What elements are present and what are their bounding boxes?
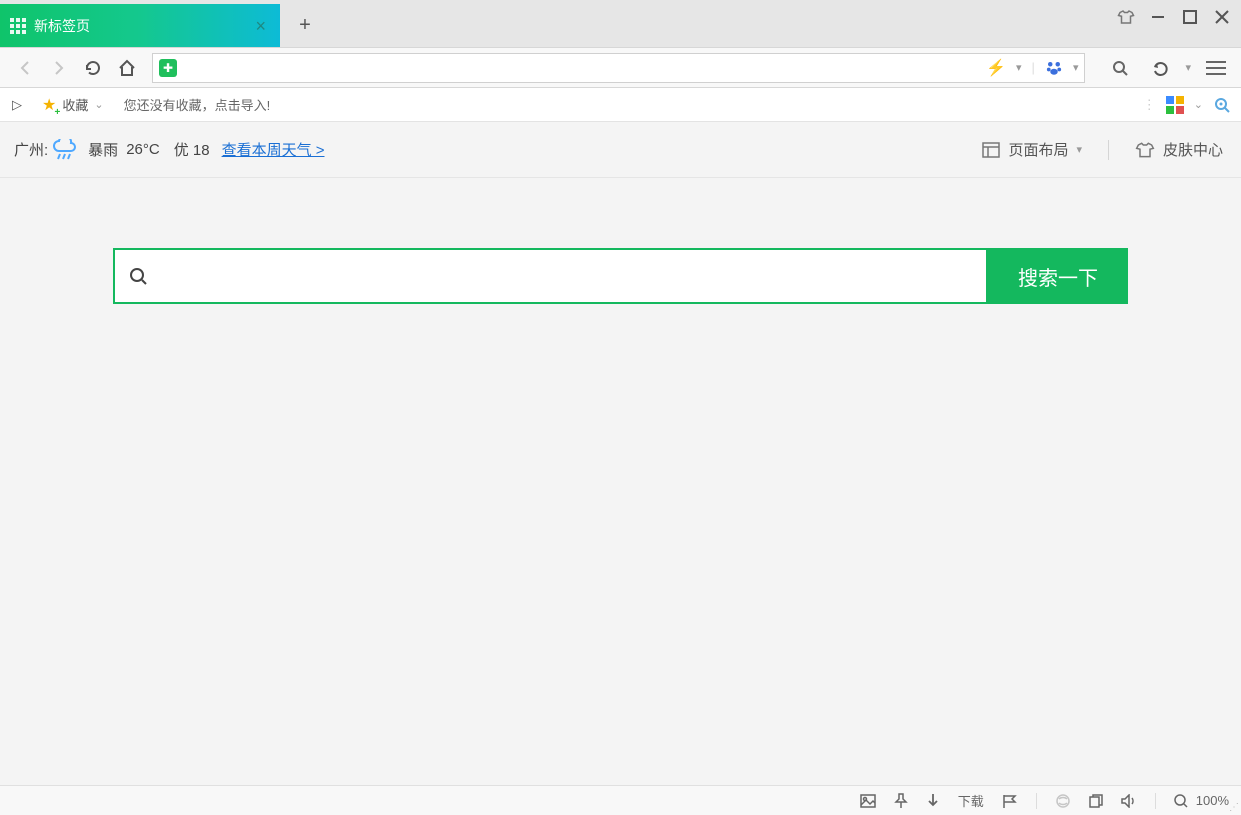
- search-input-wrap[interactable]: [113, 248, 988, 304]
- chevron-down-icon: ⌄: [94, 98, 103, 111]
- page-layout-button[interactable]: 页面布局 ▾: [982, 139, 1082, 160]
- extensions-icon[interactable]: [1166, 96, 1184, 114]
- tab-title: 新标签页: [34, 16, 247, 36]
- baidu-paw-icon[interactable]: [1045, 59, 1063, 77]
- favorites-button[interactable]: ★ 收藏 ⌄: [42, 95, 104, 115]
- pin-icon[interactable]: [894, 793, 908, 809]
- info-bar: 广州: 暴雨 26°C 优 18 查看本周天气 > 页面布局 ▾ 皮肤中心: [0, 122, 1241, 178]
- chevron-down-icon[interactable]: ▾: [1185, 61, 1191, 74]
- chevron-down-icon[interactable]: ▾: [1073, 61, 1079, 74]
- weather-city: 广州:: [14, 139, 48, 160]
- url-input[interactable]: [183, 55, 986, 81]
- bookmarks-bar: ▷ ★ 收藏 ⌄ 您还没有收藏，点击导入! ⋮ ⌄: [0, 88, 1241, 122]
- weather-temp: 26°C: [126, 141, 160, 158]
- skin-center-button[interactable]: 皮肤中心: [1135, 139, 1223, 160]
- close-button[interactable]: [1213, 8, 1231, 26]
- chevron-down-icon[interactable]: ▾: [1016, 61, 1022, 74]
- zoom-control[interactable]: 100%: [1174, 793, 1229, 808]
- tshirt-icon[interactable]: [1117, 8, 1135, 26]
- image-icon[interactable]: [860, 794, 876, 808]
- minimize-button[interactable]: [1149, 8, 1167, 26]
- magnifier-icon[interactable]: [1213, 96, 1231, 114]
- lightning-icon[interactable]: ⚡: [986, 58, 1006, 78]
- new-tab-button[interactable]: +: [290, 10, 320, 40]
- security-shield-icon[interactable]: ✚: [159, 59, 177, 77]
- search-submit-button[interactable]: 搜索一下: [988, 248, 1128, 304]
- zoom-level: 100%: [1196, 793, 1229, 808]
- ie-mode-icon[interactable]: [1055, 793, 1071, 809]
- back-button[interactable]: [10, 53, 40, 83]
- tab-close-button[interactable]: ×: [255, 17, 266, 35]
- weather-condition: 暴雨: [88, 139, 118, 160]
- chevron-down-icon[interactable]: ⌄: [1194, 98, 1203, 111]
- reload-button[interactable]: [78, 53, 108, 83]
- flag-icon[interactable]: [1002, 794, 1018, 808]
- maximize-button[interactable]: [1181, 8, 1199, 26]
- window-controls: [1117, 8, 1231, 26]
- home-button[interactable]: [112, 53, 142, 83]
- window-title-bar: 新标签页 × +: [0, 0, 1241, 47]
- mute-icon[interactable]: [1121, 794, 1137, 808]
- search-box: 搜索一下: [113, 248, 1128, 304]
- search-input[interactable]: [159, 251, 972, 301]
- undo-button[interactable]: [1145, 53, 1175, 83]
- import-bookmarks-hint[interactable]: 您还没有收藏，点击导入!: [124, 95, 271, 114]
- favorites-label: 收藏: [62, 95, 88, 114]
- download-label[interactable]: 下载: [958, 791, 984, 810]
- nav-toolbar: ✚ ⚡ ▾ | ▾ ▾: [0, 47, 1241, 88]
- weekly-weather-link[interactable]: 查看本周天气 >: [222, 139, 325, 160]
- search-icon: [129, 267, 147, 285]
- resize-grip-icon[interactable]: ⋰: [1229, 802, 1239, 813]
- star-icon: ★: [42, 95, 56, 115]
- menu-button[interactable]: [1201, 53, 1231, 83]
- sidebar-toggle-icon[interactable]: ▷: [12, 97, 22, 113]
- search-button[interactable]: [1105, 53, 1135, 83]
- rain-icon: [52, 139, 78, 161]
- forward-button[interactable]: [44, 53, 74, 83]
- copy-icon[interactable]: [1089, 794, 1103, 808]
- weather-aqi: 优 18: [174, 139, 210, 160]
- status-bar: 下载 100% ⋰: [0, 785, 1241, 815]
- speed-dial-icon: [10, 18, 26, 34]
- address-bar[interactable]: ✚ ⚡ ▾ | ▾: [152, 53, 1085, 83]
- download-arrow-icon[interactable]: [926, 793, 940, 809]
- new-tab-content: 搜索一下: [0, 178, 1241, 785]
- browser-tab[interactable]: 新标签页 ×: [0, 4, 280, 47]
